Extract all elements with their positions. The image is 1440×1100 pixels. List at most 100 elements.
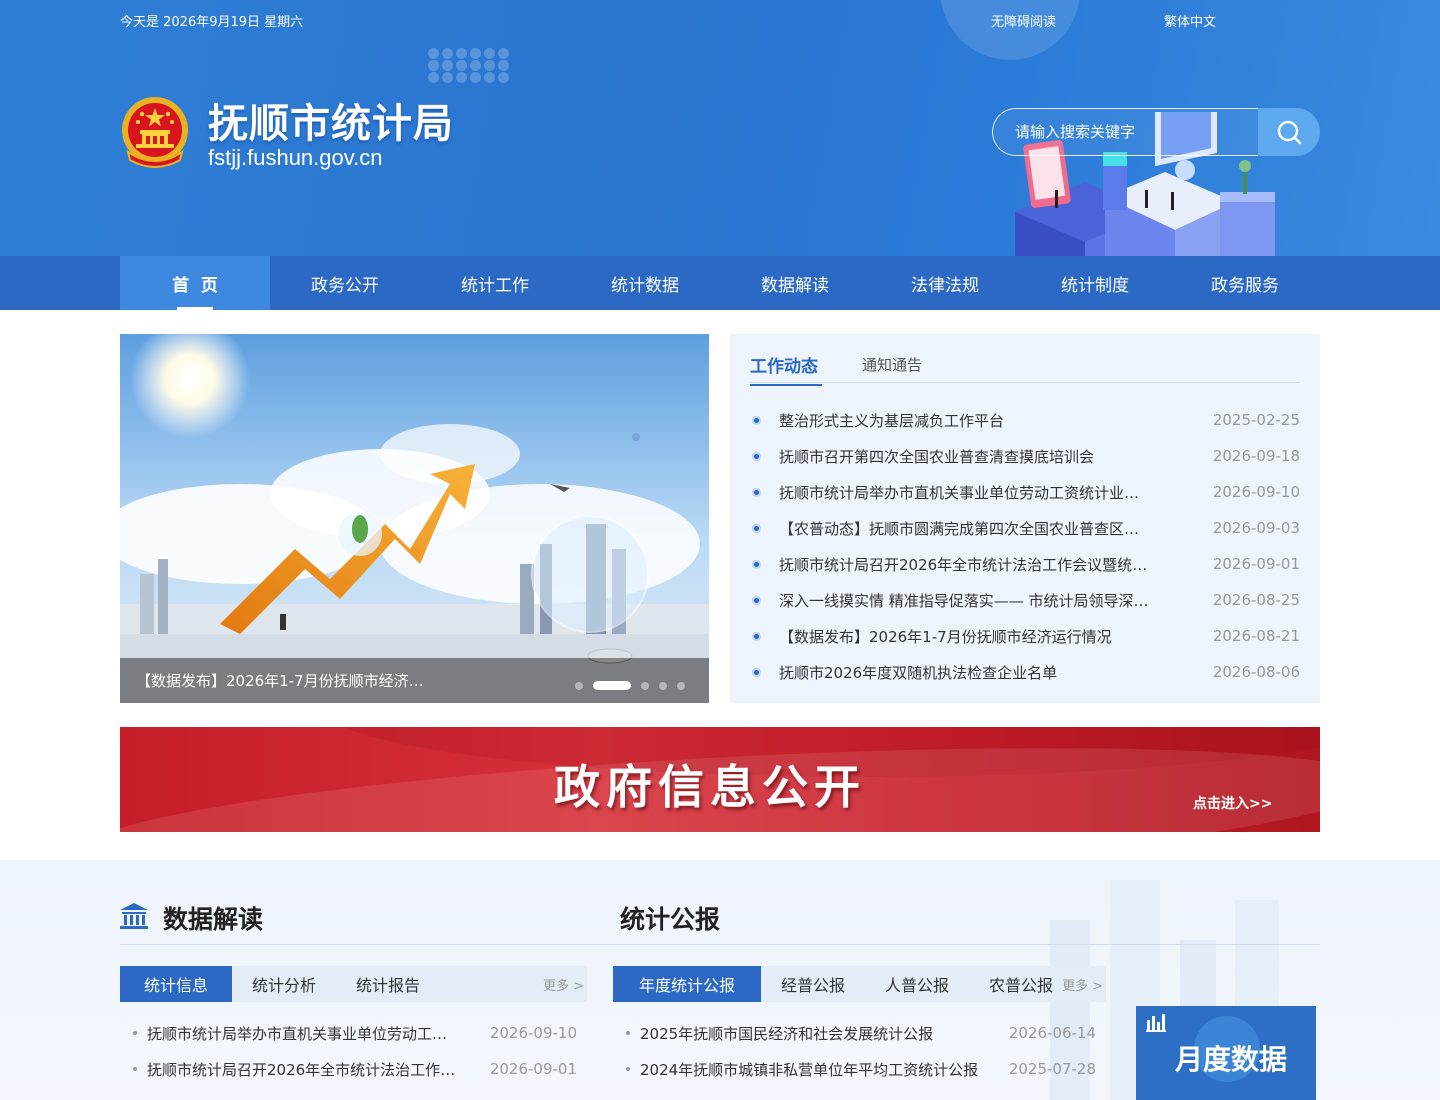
bullet-icon [752, 667, 761, 677]
news-title: 抚顺市统计局召开2026年全市统计法治工作会议暨统计执法培训会 [779, 555, 1213, 574]
news-item[interactable]: 抚顺市统计局举办市直机关事业单位劳动工资统计业务培训会 2026-09-10 [750, 474, 1300, 510]
news-date: 2026-09-01 [1212, 555, 1300, 573]
national-emblem-icon [122, 97, 188, 168]
list-item-title: 2025年抚顺市国民经济和社会发展统计公报 [640, 1024, 934, 1043]
news-item[interactable]: 【农普动态】抚顺市圆满完成第四次全国农业普查区划及地图工作 2026-09-03 [750, 510, 1300, 546]
tab-economic-census-bulletin[interactable]: 经普公报 [761, 966, 865, 1002]
news-date: 2026-08-25 [1212, 591, 1300, 609]
list-item-date: 2025-07-28 [1008, 1060, 1096, 1078]
monthly-data-card[interactable]: 月度数据 [1136, 1006, 1316, 1100]
news-item[interactable]: 抚顺市统计局召开2026年全市统计法治工作会议暨统计执法培训会 2026-09-0… [750, 546, 1300, 582]
list-item-date: 2026-09-01 [489, 1060, 577, 1078]
list-item-title: 抚顺市统计局召开2026年全市统计法治工作会议暨统计执法培训会 [147, 1060, 457, 1079]
nav-item-statistical-work[interactable]: 统计工作 [420, 256, 570, 310]
news-item[interactable]: 抚顺市召开第四次全国农业普查清查摸底培训会 2026-09-18 [750, 438, 1300, 474]
nav-item-laws-regulations[interactable]: 法律法规 [870, 256, 1020, 310]
more-link[interactable]: 更多 > [543, 975, 584, 994]
date-text: 今天是 2026年9月19日 星期六 [120, 15, 304, 30]
news-item[interactable]: 【数据发布】2026年1-7月份抚顺市经济运行情况 2026-08-21 [750, 618, 1300, 654]
news-title: 抚顺市统计局举办市直机关事业单位劳动工资统计业务培训会 [779, 483, 1185, 502]
slider-dots [575, 681, 695, 690]
nav-item-statistical-data[interactable]: 统计数据 [570, 256, 720, 310]
bullet-icon [752, 559, 761, 569]
bullet-icon [752, 451, 761, 461]
accessibility-link[interactable]: 无障碍阅读 [991, 11, 1056, 30]
banner-title: 政府信息公开 [554, 760, 866, 814]
bullet-icon [752, 523, 761, 533]
gov-info-banner[interactable]: 政府信息公开 点击进入>> [120, 727, 1320, 832]
news-list: 整治形式主义为基层减负工作平台 2025-02-25 抚顺市召开第四次全国农业普查… [750, 402, 1300, 690]
bullet-icon [133, 1031, 137, 1035]
main-nav: 首 页 政务公开 统计工作 统计数据 数据解读 法律法规 统计制度 政务服务 [0, 256, 1440, 310]
news-panel: 工作动态 通知通告 整治形式主义为基层减负工作平台 2025-02-25 抚顺市召… [730, 334, 1320, 703]
slide-image [120, 334, 709, 703]
list-item[interactable]: 2024年抚顺市城镇非私营单位年平均工资统计公报 2025-07-28 [613, 1051, 1096, 1087]
bulletin-title: 统计公报 [620, 905, 721, 934]
bank-icon [120, 903, 148, 929]
slider-dot[interactable] [659, 681, 667, 690]
tab-annual-bulletin[interactable]: 年度统计公报 [613, 966, 761, 1002]
section-divider [120, 944, 1320, 945]
tab-statistical-info[interactable]: 统计信息 [120, 966, 232, 1002]
tab-statistical-report[interactable]: 统计报告 [336, 966, 440, 1002]
decor-dots [428, 48, 511, 83]
tab-work-news[interactable]: 工作动态 [750, 352, 822, 386]
slider-dot[interactable] [575, 681, 583, 690]
search-icon [1277, 120, 1302, 145]
slider-dot[interactable] [641, 681, 649, 690]
news-title: 整治形式主义为基层减负工作平台 [779, 411, 1005, 430]
traditional-chinese-link[interactable]: 繁体中文 [1164, 11, 1216, 30]
nav-item-statistical-system[interactable]: 统计制度 [1020, 256, 1170, 310]
bullet-icon [752, 415, 761, 425]
news-item[interactable]: 整治形式主义为基层减负工作平台 2025-02-25 [750, 402, 1300, 438]
nav-item-home[interactable]: 首 页 [120, 256, 270, 310]
news-date: 2026-09-10 [1212, 483, 1300, 501]
nav-item-government-affairs[interactable]: 政务公开 [270, 256, 420, 310]
bullet-icon [752, 487, 761, 497]
bulletin-list: 2025年抚顺市国民经济和社会发展统计公报 2026-06-14 2024年抚顺市… [613, 1015, 1096, 1087]
list-item[interactable]: 抚顺市统计局举办市直机关事业单位劳动工资统计业务培训会 2026-09-10 [120, 1015, 577, 1051]
news-title: 【农普动态】抚顺市圆满完成第四次全国农业普查区划及地图工作 [779, 519, 1213, 538]
bullet-icon [626, 1031, 630, 1035]
site-title: 抚顺市统计局 [208, 101, 454, 147]
news-date: 2026-09-03 [1212, 519, 1300, 537]
search-button[interactable] [1258, 108, 1320, 156]
list-item-date: 2026-09-10 [489, 1024, 577, 1042]
list-item[interactable]: 抚顺市统计局召开2026年全市统计法治工作会议暨统计执法培训会 2026-09-0… [120, 1051, 577, 1087]
bullet-icon [133, 1067, 137, 1071]
news-item[interactable]: 抚顺市2026年度双随机执法检查企业名单 2026-08-06 [750, 654, 1300, 690]
data-interpretation-tabs: 统计信息 统计分析 统计报告 更多 > [120, 966, 587, 1002]
tab-population-census-bulletin[interactable]: 人普公报 [865, 966, 969, 1002]
tab-notices[interactable]: 通知通告 [862, 354, 922, 375]
news-slider[interactable]: 【数据发布】2026年1-7月份抚顺市经济运行情况 [120, 334, 709, 703]
news-item[interactable]: 深入一线摸实情 精准指导促落实—— 市统计局领导深入基层调研 2026-08-25 [750, 582, 1300, 618]
tab-statistical-analysis[interactable]: 统计分析 [232, 966, 336, 1002]
site-header: 今天是 2026年9月19日 星期六 无障碍阅读 繁体中文 抚顺市统计局 fst… [0, 0, 1440, 256]
bullet-icon [626, 1067, 630, 1071]
news-title: 抚顺市2026年度双随机执法检查企业名单 [779, 663, 1058, 682]
tab-agricultural-census-bulletin[interactable]: 农普公报 [969, 966, 1073, 1002]
bulletin-tabs: 年度统计公报 经普公报 人普公报 农普公报 更多 > [613, 966, 1106, 1002]
nav-item-data-interpretation[interactable]: 数据解读 [720, 256, 870, 310]
more-link[interactable]: 更多 > [1062, 975, 1103, 994]
banner-enter-link[interactable]: 点击进入>> [1193, 793, 1272, 813]
search-input[interactable] [993, 109, 1258, 155]
list-item[interactable]: 2025年抚顺市国民经济和社会发展统计公报 2026-06-14 [613, 1015, 1096, 1051]
nav-item-government-services[interactable]: 政务服务 [1170, 256, 1320, 310]
bar-chart-icon [1146, 1014, 1166, 1032]
bullet-icon [752, 595, 761, 605]
slider-dot-active[interactable] [593, 681, 631, 690]
data-interpretation-title: 数据解读 [163, 905, 264, 934]
news-date: 2026-08-21 [1212, 627, 1300, 645]
slider-dot[interactable] [677, 681, 685, 690]
news-date: 2025-02-25 [1212, 411, 1300, 429]
slider-caption-text[interactable]: 【数据发布】2026年1-7月份抚顺市经济运行情况 [136, 670, 436, 691]
news-title: 抚顺市召开第四次全国农业普查清查摸底培训会 [779, 447, 1095, 466]
list-item-title: 2024年抚顺市城镇非私营单位年平均工资统计公报 [640, 1060, 979, 1079]
data-interpretation-list: 抚顺市统计局举办市直机关事业单位劳动工资统计业务培训会 2026-09-10 抚顺… [120, 1015, 577, 1087]
news-date: 2026-09-18 [1212, 447, 1300, 465]
news-title: 深入一线摸实情 精准指导促落实—— 市统计局领导深入基层调研 [779, 591, 1209, 610]
bullet-icon [752, 631, 761, 641]
list-item-date: 2026-06-14 [1008, 1024, 1096, 1042]
news-tabs: 工作动态 通知通告 [750, 352, 1300, 386]
